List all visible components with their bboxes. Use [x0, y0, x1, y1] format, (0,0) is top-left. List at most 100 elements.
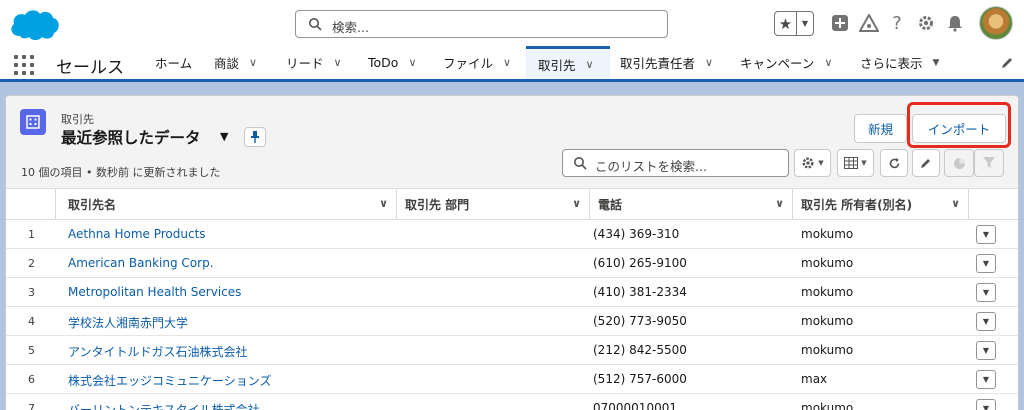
account-name-link[interactable]: Metropolitan Health Services — [68, 285, 241, 299]
tab-chevron-down-icon[interactable]: ∨ — [334, 56, 342, 69]
table-row: 5 アンタイトルドガス石油株式会社 (212) 842-5500 mokumo … — [6, 336, 1018, 365]
app-launcher-waffle-icon[interactable] — [14, 55, 34, 75]
user-avatar[interactable] — [979, 6, 1013, 40]
tab-chevron-down-icon[interactable]: ∨ — [408, 56, 416, 69]
row-action-menu-button[interactable]: ▼ — [976, 254, 996, 273]
account-name-link[interactable]: Aethna Home Products — [68, 227, 206, 241]
more-caret-down-icon[interactable]: ▼ — [933, 58, 940, 68]
list-view-picker-caret-icon[interactable]: ▼ — [220, 130, 228, 143]
list-view-title[interactable]: 最近参照したデータ — [61, 126, 201, 148]
row-action-menu-button[interactable]: ▼ — [976, 341, 996, 360]
tab-home[interactable]: ホーム — [155, 46, 192, 79]
charts-button[interactable] — [944, 149, 974, 177]
tab-chevron-down-icon[interactable]: ∨ — [249, 56, 257, 69]
refresh-icon — [889, 157, 899, 168]
column-menu-chevron-icon[interactable]: ∨ — [951, 197, 960, 210]
account-name-link[interactable]: 学校法人湘南赤門大学 — [68, 314, 188, 331]
caret-down-icon: ▼ — [982, 375, 990, 384]
tab-chevron-down-icon[interactable]: ∨ — [705, 56, 713, 69]
th-account-division[interactable]: 取引先 部門 ∨ — [397, 189, 590, 220]
th-actions — [969, 189, 1018, 220]
column-menu-chevron-icon[interactable]: ∨ — [379, 197, 388, 210]
row-action-menu-button[interactable]: ▼ — [976, 399, 996, 410]
pin-list-button[interactable] — [244, 127, 266, 147]
salesforce-logo[interactable] — [6, 6, 62, 44]
object-label: 取引先 — [61, 113, 94, 126]
favorites-menu-chevron-icon[interactable]: ▼ — [797, 12, 813, 35]
th-row-number — [6, 189, 56, 220]
refresh-button[interactable] — [880, 149, 908, 177]
table-row: 4 学校法人湘南赤門大学 (520) 773-9050 mokumo ▼ — [6, 307, 1018, 336]
setup-gear-icon[interactable] — [915, 12, 937, 34]
new-button[interactable]: 新規 — [854, 114, 907, 143]
th-phone[interactable]: 電話 ∨ — [590, 189, 793, 220]
help-icon[interactable]: ? — [886, 12, 908, 34]
global-actions-plus-icon[interactable] — [829, 12, 851, 34]
edit-nav-pencil-icon[interactable] — [1000, 56, 1014, 70]
row-action-menu-button[interactable]: ▼ — [976, 312, 996, 331]
account-name-link[interactable]: バーリントンテキスタイル株式会社 — [68, 401, 260, 410]
owner-cell: mokumo — [801, 285, 854, 299]
row-number: 6 — [28, 373, 35, 386]
table-row: 6 株式会社エッジコミュニケーションズ (512) 757-6000 max ▼ — [6, 365, 1018, 394]
tab-files[interactable]: ファイル ∨ — [443, 46, 511, 79]
account-name-link[interactable]: アンタイトルドガス石油株式会社 — [68, 343, 248, 360]
gear-icon — [802, 157, 814, 169]
tab-campaigns[interactable]: キャンペーン ∨ — [740, 46, 832, 79]
display-as-table-button[interactable]: ▼ — [837, 149, 874, 177]
filter-icon — [983, 157, 995, 168]
row-action-menu-button[interactable]: ▼ — [976, 225, 996, 244]
list-settings-gear-button[interactable]: ▼ — [794, 149, 831, 177]
tab-accounts[interactable]: 取引先 ∨ — [526, 46, 610, 79]
caret-down-icon: ▼ — [982, 259, 990, 268]
th-label: 電話 — [598, 198, 623, 212]
account-object-icon — [20, 109, 46, 135]
th-label: 取引先 所有者(別名) — [801, 198, 913, 212]
notifications-bell-icon[interactable] — [944, 12, 966, 34]
th-label: 取引先 部門 — [405, 198, 470, 212]
row-number: 7 — [28, 402, 35, 410]
account-name-link[interactable]: American Banking Corp. — [68, 256, 214, 270]
favorites-star-icon[interactable]: ★ — [775, 12, 797, 35]
filter-button[interactable] — [974, 149, 1004, 177]
table-row: 2 American Banking Corp. (610) 265-9100 … — [6, 249, 1018, 278]
phone-cell: 07000010001 — [593, 401, 677, 410]
search-icon — [309, 18, 322, 31]
table-row: 3 Metropolitan Health Services (410) 381… — [6, 278, 1018, 307]
phone-cell: (410) 381-2334 — [593, 285, 687, 299]
tab-more[interactable]: さらに表示 ▼ — [860, 46, 939, 79]
th-account-owner[interactable]: 取引先 所有者(別名) ∨ — [793, 189, 969, 220]
caret-down-icon: ▼ — [982, 317, 990, 326]
column-menu-chevron-icon[interactable]: ∨ — [775, 197, 784, 210]
phone-cell: (512) 757-6000 — [593, 372, 687, 386]
tab-chevron-down-icon[interactable]: ∨ — [586, 58, 594, 71]
pin-icon — [251, 131, 259, 143]
list-search-input[interactable]: このリストを検索... — [562, 149, 789, 177]
table-header: 取引先名 ∨ 取引先 部門 ∨ 電話 ∨ 取引先 所有者(別名) ∨ — [6, 189, 1018, 220]
owner-cell: max — [801, 372, 828, 386]
edit-list-button[interactable] — [912, 149, 940, 177]
tab-chevron-down-icon[interactable]: ∨ — [824, 56, 832, 69]
tab-todo[interactable]: ToDo ∨ — [368, 46, 417, 79]
row-action-menu-button[interactable]: ▼ — [976, 370, 996, 389]
list-search-placeholder: このリストを検索... — [595, 159, 707, 174]
th-label: 取引先名 — [68, 198, 117, 212]
owner-cell: mokumo — [801, 256, 854, 270]
row-action-menu-button[interactable]: ▼ — [976, 283, 996, 302]
column-menu-chevron-icon[interactable]: ∨ — [572, 197, 581, 210]
tab-label: リード — [286, 56, 324, 71]
trailhead-icon[interactable] — [858, 12, 880, 34]
tab-opportunities[interactable]: 商談 ∨ — [214, 46, 257, 79]
tab-chevron-down-icon[interactable]: ∨ — [503, 56, 511, 69]
table-icon — [844, 157, 859, 169]
tab-contacts[interactable]: 取引先責任者 ∨ — [620, 46, 713, 79]
th-account-name[interactable]: 取引先名 ∨ — [56, 189, 397, 220]
tab-label: 取引先 — [538, 57, 576, 73]
table-row: 7 バーリントンテキスタイル株式会社 07000010001 mokumo ▼ — [6, 394, 1018, 410]
global-search-placeholder: 検索... — [332, 20, 369, 35]
owner-cell: mokumo — [801, 227, 854, 241]
account-name-link[interactable]: 株式会社エッジコミュニケーションズ — [68, 372, 272, 389]
tab-leads[interactable]: リード ∨ — [286, 46, 342, 79]
global-search-input[interactable]: 検索... — [295, 10, 668, 38]
list-meta-info: 10 個の項目 • 数秒前 に更新されました — [21, 166, 221, 179]
